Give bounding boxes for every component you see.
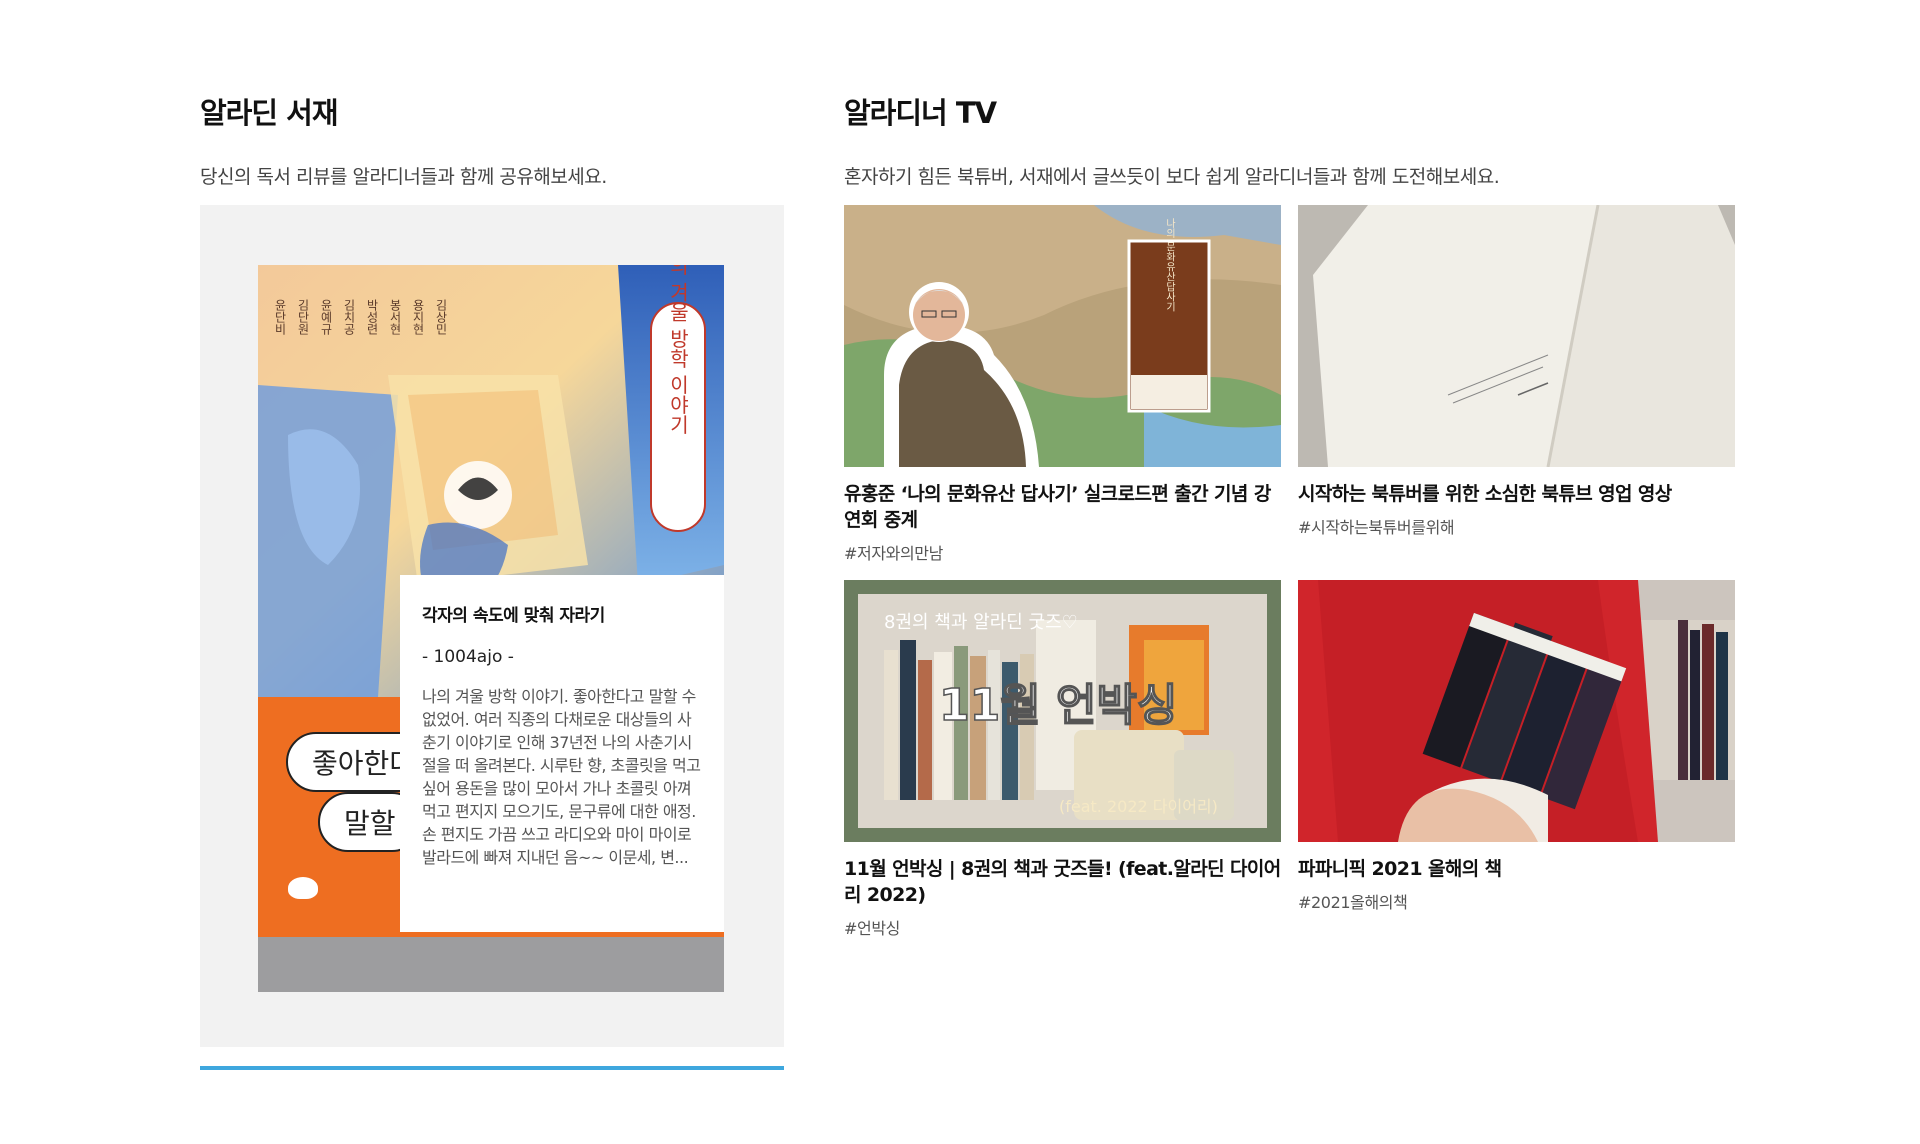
book-author: 김상민 [434,299,448,335]
video-tag[interactable]: #언박싱 [844,915,1281,939]
book-author: 윤예규 [319,299,333,335]
tv-section-title: 알라디너 TV [844,96,997,130]
book-cover-gray-band [258,937,724,992]
review-carousel[interactable]: 나의 겨울 방학 이야기 김상민 용지현 봉서현 박성련 김치공 윤예규 김단원… [200,205,784,1047]
review-card[interactable]: 각자의 속도에 맞춰 자라기 - 1004ajo - 나의 겨울 방학 이야기.… [400,575,724,932]
video-tag[interactable]: #저자와의만남 [844,540,1281,564]
book-author: 윤단비 [273,299,287,335]
video-thumbnail-image: 나의 문화유산답사기 [844,205,1281,467]
video-thumb-text: 8권의 책과 알라딘 굿즈♡ [884,612,1078,633]
seojae-section-description: 당신의 독서 리뷰를 알라디너들과 함께 공유해보세요. [200,166,607,188]
book-vertical-title: 나의 겨울 방학 이야기 [666,265,690,435]
book-author: 용지현 [411,299,425,335]
video-thumbnail-image: 8권의 책과 알라딘 굿즈♡ 11월 언박싱 (feat. 2022 다이어리) [844,580,1281,842]
tv-section-description: 혼자하기 힘든 북튜버, 서재에서 글쓰듯이 보다 쉽게 알라디너들과 함께 도… [844,166,1500,188]
publisher-logo-icon [288,877,318,899]
book-author: 김단원 [296,299,310,335]
video-thumbnail[interactable]: 나의 문화유산답사기 [844,205,1281,467]
video-title[interactable]: 유홍준 ‘나의 문화유산 답사기’ 실크로드편 출간 기념 강연회 중계 [844,481,1281,533]
video-card[interactable]: 파파니픽 2021 올해의 책 #2021올해의책 [1298,580,1735,913]
book-author: 봉서현 [388,299,402,335]
carousel-progress-fill [200,1066,784,1070]
video-card[interactable]: 나의 문화유산답사기 유홍준 ‘나의 문화유산 답사기’ 실크로드편 출간 기념… [844,205,1281,564]
video-thumb-text: 나의 문화유산답사기 [1164,218,1176,312]
video-title[interactable]: 11월 언박싱 | 8권의 책과 굿즈들! (feat.알라딘 다이어리 202… [844,856,1281,908]
video-card[interactable]: 8권의 책과 알라딘 굿즈♡ 11월 언박싱 (feat. 2022 다이어리)… [844,580,1281,939]
video-thumb-subtext: (feat. 2022 다이어리) [1059,797,1218,816]
seojae-section-title: 알라딘 서재 [200,96,338,130]
video-card[interactable]: 시작하는 북튜버를 위한 소심한 북튜브 영업 영상 #시작하는북튜버를위해 [1298,205,1735,538]
video-thumbnail[interactable] [1298,580,1735,842]
video-title[interactable]: 시작하는 북튜버를 위한 소심한 북튜브 영업 영상 [1298,481,1735,507]
video-tag[interactable]: #시작하는북튜버를위해 [1298,514,1735,538]
review-author: - 1004ajo - [422,647,514,667]
book-authors: 김상민 용지현 봉서현 박성련 김치공 윤예규 김단원 윤단비 [273,299,450,335]
video-thumbnail-image [1298,205,1735,467]
book-author: 박성련 [365,299,379,335]
video-thumbnail-image [1298,580,1735,842]
video-title[interactable]: 파파니픽 2021 올해의 책 [1298,856,1735,882]
carousel-progress-bar [200,1066,784,1070]
video-thumb-headline: 11월 언박싱 [939,680,1177,731]
video-tag[interactable]: #2021올해의책 [1298,889,1735,913]
video-thumbnail[interactable]: 8권의 책과 알라딘 굿즈♡ 11월 언박싱 (feat. 2022 다이어리) [844,580,1281,842]
book-author: 김치공 [342,299,356,335]
review-title: 각자의 속도에 맞춰 자라기 [422,606,605,626]
video-thumbnail[interactable] [1298,205,1735,467]
review-body: 나의 겨울 방학 이야기. 좋아한다고 말할 수 없었어. 여러 직종의 다채로… [422,687,701,867]
